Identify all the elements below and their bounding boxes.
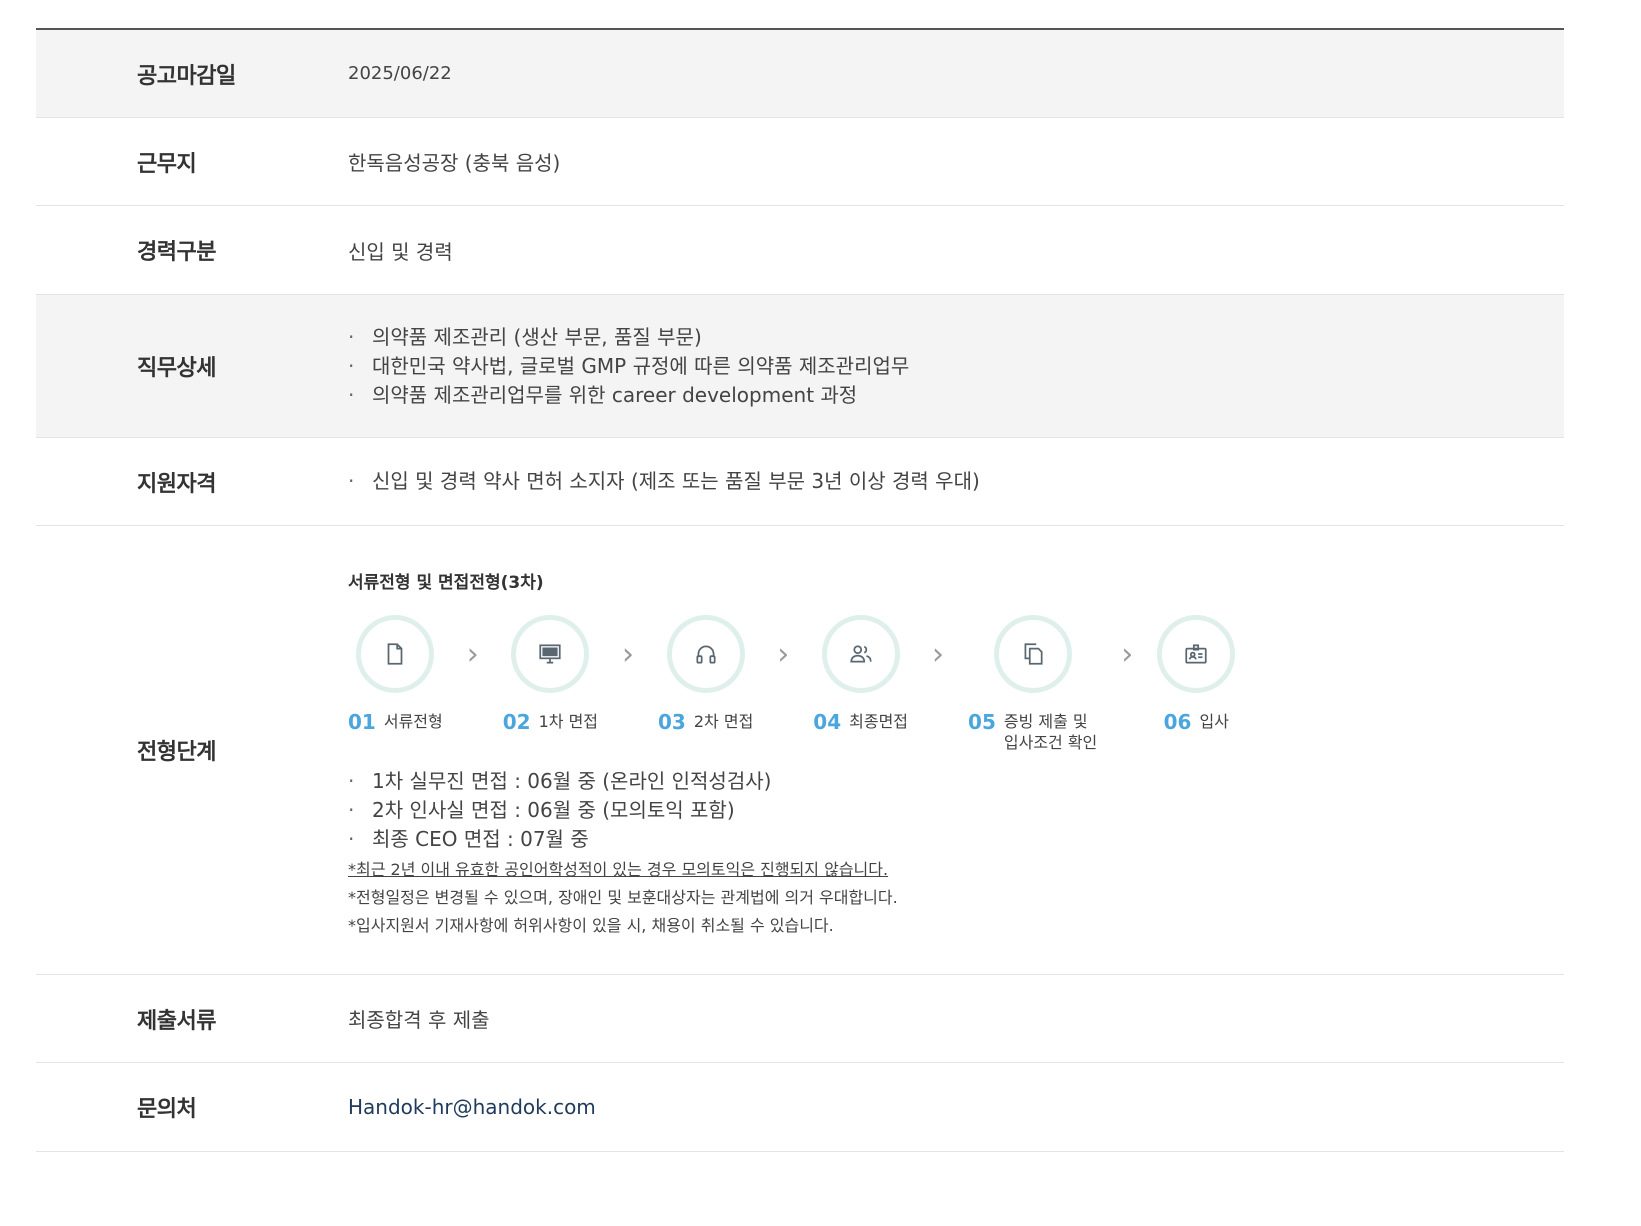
users-icon <box>821 615 900 693</box>
step-final-interview: 04 최종면접 <box>813 615 908 733</box>
step-label: 02 1차 면접 <box>502 710 599 734</box>
qualification-list: · 신입 및 경력 약사 면허 소지자 (제조 또는 품질 부문 3년 이상 경력… <box>348 467 980 496</box>
notes: *최근 2년 이내 유효한 공인어학성적이 있는 경우 모의토익은 진행되지 않… <box>348 856 1235 940</box>
bullet: · <box>348 769 355 793</box>
id-card-icon <box>1157 615 1236 693</box>
chevron-right-icon: › <box>777 637 790 672</box>
row-label: 전형단계 <box>137 740 216 765</box>
row-label: 직무상세 <box>137 356 216 381</box>
note: *입사지원서 기재사항에 허위사항이 있을 시, 채용이 취소될 수 있습니다. <box>348 916 834 935</box>
step-label: 05 증빙 제출 및 입사조건 확인 <box>968 710 1098 752</box>
bullet: · <box>348 382 355 407</box>
deadline-value: 2025/06/22 <box>348 63 452 84</box>
row-label: 근무지 <box>137 151 197 177</box>
headset-icon <box>666 615 745 693</box>
monitor-icon <box>511 615 590 693</box>
documents-value: 최종합격 후 제출 <box>348 1008 490 1032</box>
process-title: 서류전형 및 면접전형(3차) <box>348 573 544 593</box>
row-documents: 제출서류 최종합격 후 제출 <box>36 975 1564 1063</box>
schedule-list: · 1차 실무진 면접 : 06월 중 (온라인 인적성검사) · 2차 인사실 면… <box>348 767 1235 854</box>
bullet: · <box>348 469 355 493</box>
list-item: · 2차 인사실 면접 : 06월 중 (모의토익 포함) <box>348 796 1235 825</box>
step-interview-2: 03 2차 면접 <box>658 615 753 733</box>
step-interview-1: 02 1차 면접 <box>503 615 598 733</box>
bullet: · <box>348 827 355 851</box>
step-join: 06 입사 <box>1157 615 1236 734</box>
row-career: 경력구분 신입 및 경력 <box>36 206 1564 295</box>
chevron-right-icon: › <box>622 637 635 672</box>
process-content: 서류전형 및 면접전형(3차) 01 서류전형 › 02 1차 면접 › 03 … <box>348 560 1236 940</box>
row-qualification: 지원자격 · 신입 및 경력 약사 면허 소지자 (제조 또는 품질 부문 3년 … <box>36 438 1564 526</box>
row-label: 제출서류 <box>137 1008 216 1034</box>
list-item: · 최종 CEO 면접 : 07월 중 <box>348 825 1235 854</box>
list-item: · 대한민국 약사법, 글로벌 GMP 규정에 따른 의약품 제조관리업무 <box>348 352 909 381</box>
bullet: · <box>348 353 355 378</box>
note: *전형일정은 변경될 수 있으며, 장애인 및 보훈대상자는 관계법에 의거 우… <box>348 888 898 907</box>
step-label: 01 서류전형 <box>348 710 443 734</box>
step-document: 01 서류전형 <box>348 615 443 733</box>
list-item: · 의약품 제조관리 (생산 부문, 품질 부문) <box>348 323 909 352</box>
step-document-submit: 05 증빙 제출 및 입사조건 확인 <box>968 615 1097 753</box>
row-label: 지원자격 <box>137 471 216 497</box>
row-label: 경력구분 <box>137 240 216 265</box>
note-underlined: *최근 2년 이내 유효한 공인어학성적이 있는 경우 모의토익은 진행되지 않… <box>348 860 889 879</box>
job-info-table: 공고마감일 2025/06/22 근무지 한독음성공장 (충북 음성) 경력구분… <box>36 28 1564 1152</box>
chevron-right-icon: › <box>1121 637 1134 672</box>
list-item: · 의약품 제조관리업무를 위한 career development 과정 <box>348 381 909 410</box>
list-item: · 신입 및 경력 약사 면허 소지자 (제조 또는 품질 부문 3년 이상 경력… <box>348 467 980 496</box>
row-process: 전형단계 서류전형 및 면접전형(3차) 01 서류전형 › 02 1차 면접 … <box>36 526 1564 975</box>
row-deadline: 공고마감일 2025/06/22 <box>36 30 1564 118</box>
document-icon <box>356 615 435 693</box>
duties-list: · 의약품 제조관리 (생산 부문, 품질 부문) · 대한민국 약사법, 글로벌 … <box>348 323 909 410</box>
row-contact: 문의처 Handok-hr@handok.com <box>36 1063 1564 1152</box>
list-item: · 1차 실무진 면접 : 06월 중 (온라인 인적성검사) <box>348 767 1235 796</box>
bullet: · <box>348 324 355 349</box>
chevron-right-icon: › <box>466 637 479 672</box>
bullet: · <box>348 798 355 822</box>
row-duties: 직무상세 · 의약품 제조관리 (생산 부문, 품질 부문) · 대한민국 약사법,… <box>36 295 1564 438</box>
process-steps: 01 서류전형 › 02 1차 면접 › 03 2차 면접 › 04 최종면접 … <box>348 615 1236 753</box>
chevron-right-icon: › <box>932 637 945 672</box>
step-label: 04 최종면접 <box>813 710 909 734</box>
step-label: 03 2차 면접 <box>658 710 754 734</box>
copy-icon <box>993 615 1072 693</box>
step-label: 06 입사 <box>1163 710 1229 734</box>
row-location: 근무지 한독음성공장 (충북 음성) <box>36 118 1564 206</box>
career-value: 신입 및 경력 <box>348 239 453 264</box>
location-value: 한독음성공장 (충북 음성) <box>348 151 561 175</box>
row-label: 문의처 <box>137 1097 197 1122</box>
contact-email[interactable]: Handok-hr@handok.com <box>348 1095 596 1119</box>
row-label: 공고마감일 <box>137 63 236 89</box>
